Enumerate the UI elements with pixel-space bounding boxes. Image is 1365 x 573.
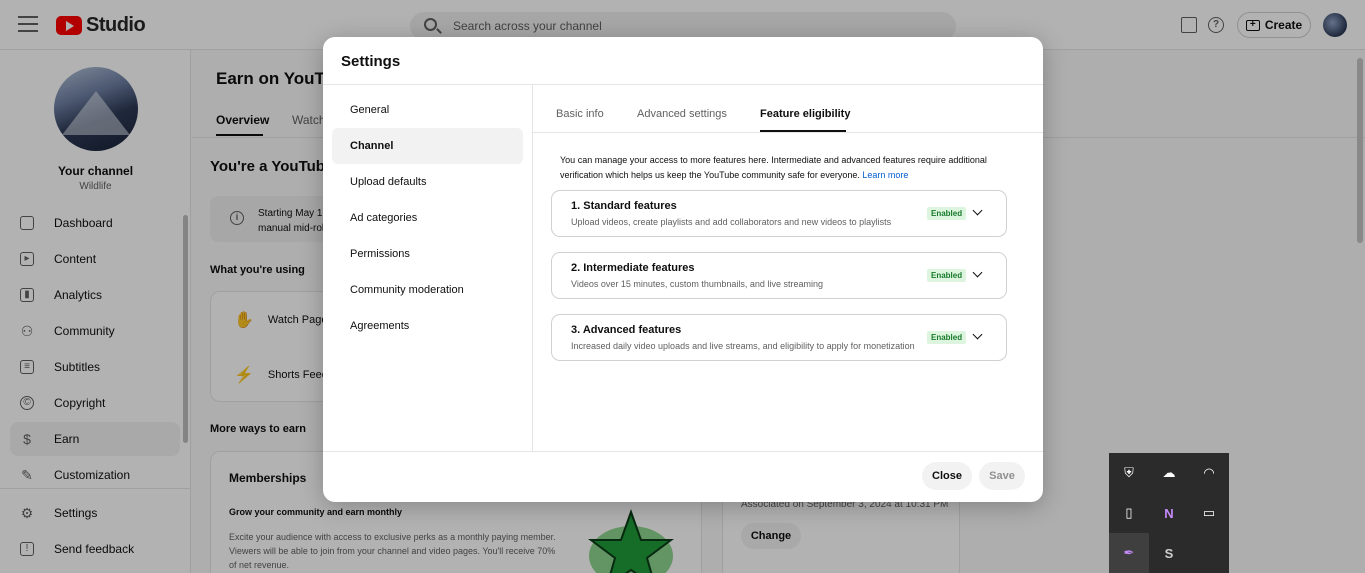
usb-drive-icon[interactable]: ▯ [1109, 493, 1149, 533]
system-tray-overflow: ⛨ ☁ ◠ ▯ N ▭ ✒ S [1109, 453, 1229, 573]
tab-feature-eligibility[interactable]: Feature eligibility [760, 108, 850, 120]
tab-basic-info[interactable]: Basic info [556, 108, 604, 120]
status-badge: Enabled [927, 269, 967, 282]
eligibility-intro: You can manage your access to more featu… [560, 153, 1000, 183]
settings-nav-community-moderation[interactable]: Community moderation [332, 272, 523, 308]
wifi-icon[interactable]: ◠ [1189, 453, 1229, 493]
skype-icon[interactable]: S [1149, 533, 1189, 573]
feature-title: 2. Intermediate features [571, 262, 695, 274]
settings-nav: General Channel Upload defaults Ad categ… [323, 85, 533, 451]
status-badge: Enabled [927, 331, 967, 344]
feature-description: Videos over 15 minutes, custom thumbnail… [571, 279, 823, 289]
tab-advanced-settings[interactable]: Advanced settings [637, 108, 727, 120]
settings-nav-general[interactable]: General [332, 92, 523, 128]
eligibility-intro-text: You can manage your access to more featu… [560, 155, 987, 180]
settings-dialog: Settings General Channel Upload defaults… [323, 37, 1043, 502]
feature-description: Upload videos, create playlists and add … [571, 217, 892, 227]
chevron-down-icon[interactable] [972, 267, 983, 278]
chevron-down-icon[interactable] [972, 329, 983, 340]
feature-description: Increased daily video uploads and live s… [571, 341, 915, 351]
settings-nav-upload-defaults[interactable]: Upload defaults [332, 164, 523, 200]
dialog-footer-divider [323, 451, 1043, 452]
dialog-title: Settings [341, 53, 401, 70]
chevron-down-icon[interactable] [972, 205, 983, 216]
feature-card-advanced[interactable]: 3. Advanced features Increased daily vid… [551, 314, 1007, 361]
feature-title: 3. Advanced features [571, 324, 682, 336]
close-button[interactable]: Close [922, 462, 972, 490]
settings-nav-ad-categories[interactable]: Ad categories [332, 200, 523, 236]
status-badge: Enabled [927, 207, 967, 220]
cloud-off-icon[interactable]: ☁ [1149, 453, 1189, 493]
settings-nav-permissions[interactable]: Permissions [332, 236, 523, 272]
feature-card-standard[interactable]: 1. Standard features Upload videos, crea… [551, 190, 1007, 237]
settings-nav-channel[interactable]: Channel [332, 128, 523, 164]
feather-pen-icon[interactable]: ✒ [1109, 533, 1149, 573]
onenote-icon[interactable]: N [1149, 493, 1189, 533]
dialog-vertical-divider [532, 85, 533, 451]
tabs-divider [533, 132, 1043, 133]
feature-card-intermediate[interactable]: 2. Intermediate features Videos over 15 … [551, 252, 1007, 299]
settings-nav-agreements[interactable]: Agreements [332, 308, 523, 344]
security-shield-icon[interactable]: ⛨ [1109, 453, 1149, 493]
save-button[interactable]: Save [979, 462, 1025, 490]
learn-more-link[interactable]: Learn more [862, 170, 908, 180]
feature-title: 1. Standard features [571, 200, 677, 212]
battery-icon[interactable]: ▭ [1189, 493, 1229, 533]
